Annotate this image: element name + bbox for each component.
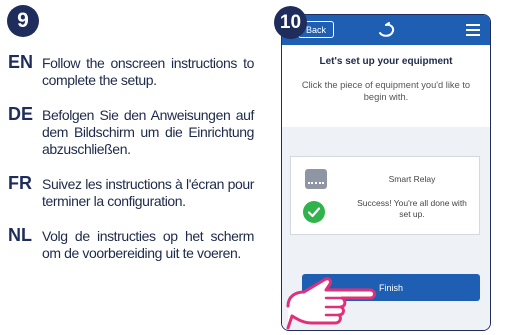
device-name: Smart Relay: [388, 174, 436, 184]
check-circle-icon: [303, 201, 325, 223]
instruction-text: Suivez les instructions à l'écran pour t…: [42, 176, 254, 209]
instruction-text: Follow the onscreen instructions to comp…: [42, 55, 254, 88]
language-code: DE: [8, 104, 34, 124]
success-message: Success! You're all done with set up.: [357, 198, 467, 219]
app-bar: Back: [282, 15, 490, 45]
smart-relay-icon: [305, 169, 327, 189]
step-number-badge: 9: [7, 5, 39, 37]
language-code: EN: [8, 52, 34, 72]
language-code: FR: [8, 173, 32, 193]
relay-dots: [308, 182, 324, 186]
hamburger-menu-icon[interactable]: [466, 24, 480, 36]
screen-title: Let's set up your equipment: [319, 56, 453, 67]
brand-logo-icon: [379, 22, 395, 37]
screen-subtitle: Click the piece of equipment you'd like …: [301, 80, 471, 102]
language-code: NL: [8, 225, 32, 245]
pointing-hand-icon: [286, 277, 376, 330]
instruction-text: Volg de instructies op het scherm om de …: [42, 228, 254, 261]
step-number-badge: 10: [274, 6, 307, 39]
equipment-card[interactable]: Smart Relay Success! You're all done wit…: [290, 156, 480, 235]
instruction-text: Befolgen Sie den Anweisungen auf dem Bil…: [42, 107, 254, 157]
